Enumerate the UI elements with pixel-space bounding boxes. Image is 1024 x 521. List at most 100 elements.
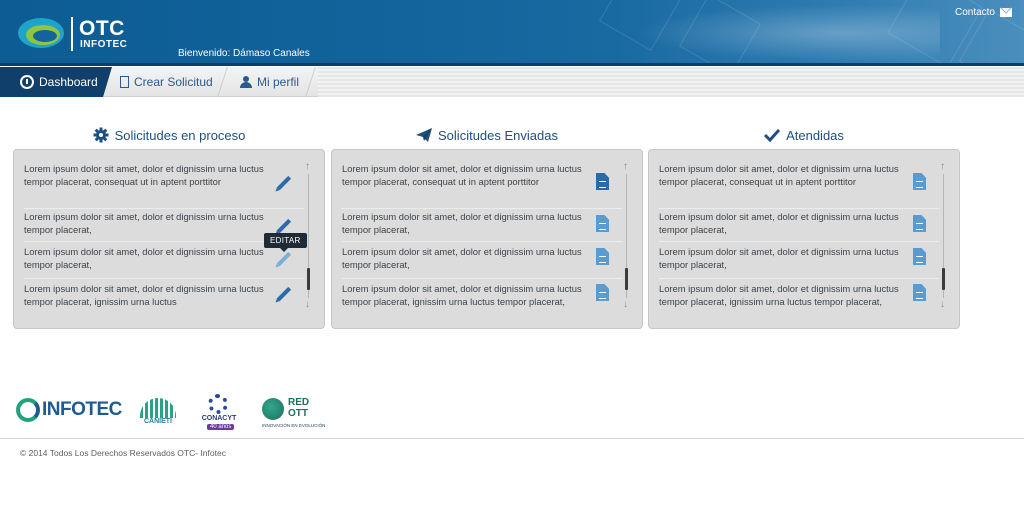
scroll-thumb[interactable] [942, 268, 945, 290]
column-title-text: Atendidas [786, 127, 844, 143]
tab-dashboard[interactable]: Dashboard [0, 67, 112, 97]
list-item[interactable]: Lorem ipsum dolor sit amet, dolor et dig… [342, 283, 610, 308]
list-item[interactable]: Lorem ipsum dolor sit amet, dolor et dig… [659, 163, 927, 188]
tab-label: Crear Solicitud [134, 75, 213, 89]
paper-plane-icon [416, 128, 433, 142]
document-icon [913, 284, 926, 301]
logo-subtitle: INFOTEC [80, 39, 128, 50]
view-document-button[interactable] [594, 248, 610, 266]
requests-panel: Lorem ipsum dolor sit amet, dolor et dig… [13, 149, 325, 329]
list-item[interactable]: Lorem ipsum dolor sit amet, dolor et dig… [659, 211, 927, 236]
view-document-button[interactable] [911, 248, 927, 266]
list-divider [24, 241, 304, 242]
welcome-text: Bienvenido: Dámaso Canales [178, 48, 310, 59]
canieti-logo-icon [140, 398, 176, 418]
list-item[interactable]: Lorem ipsum dolor sit amet, dolor et dig… [24, 211, 292, 236]
scrollbar[interactable]: ↑ ↓ [622, 162, 632, 310]
pencil-icon [276, 251, 292, 267]
tab-mi-perfil[interactable]: Mi perfil [230, 67, 299, 97]
nav-background [318, 67, 1024, 97]
list-item[interactable]: Lorem ipsum dolor sit amet, dolor et dig… [24, 283, 292, 308]
column-title-text: Solicitudes Enviadas [438, 127, 558, 143]
list-divider [24, 278, 304, 279]
red-ott-tagline: INNOVACIÓN EN EVOLUCIÓN [262, 423, 326, 428]
list-item[interactable]: Lorem ipsum dolor sit amet, dolor et dig… [342, 246, 610, 271]
red-ott-logo[interactable]: RED OTT INNOVACIÓN EN EVOLUCIÓN [262, 397, 326, 430]
scroll-down-icon[interactable]: ↓ [940, 300, 945, 310]
canieti-logo-text: CANIETI [144, 418, 172, 425]
list-divider [659, 278, 939, 279]
view-document-button[interactable] [594, 173, 610, 191]
edit-button[interactable] [276, 175, 292, 193]
conacyt-logo-icon [208, 394, 228, 414]
list-divider [342, 241, 622, 242]
list-item[interactable]: Lorem ipsum dolor sit amet, dolor et dig… [24, 246, 292, 271]
edit-button[interactable] [276, 251, 292, 269]
requests-panel: Lorem ipsum dolor sit amet, dolor et dig… [331, 149, 643, 329]
tab-label: Mi perfil [257, 75, 300, 89]
infotec-logo-text: INFOTEC [42, 399, 122, 420]
canieti-logo[interactable]: CANIETI [138, 396, 178, 428]
conacyt-logo[interactable]: CONACYT 40 años [199, 394, 239, 432]
document-icon [913, 215, 926, 232]
header-bar: OTC INFOTEC Bienvenido: Dámaso Canales C… [0, 0, 1024, 66]
list-divider [659, 241, 939, 242]
logo-title: OTC [79, 17, 125, 40]
red-ott-text-1: RED [288, 397, 310, 408]
view-document-button[interactable] [911, 284, 927, 302]
main-nav: Dashboard Crear Solicitud Mi perfil [0, 67, 1024, 97]
dashboard-icon [20, 75, 34, 89]
view-document-button[interactable] [911, 215, 927, 233]
requests-panel: Lorem ipsum dolor sit amet, dolor et dig… [648, 149, 960, 329]
view-document-button[interactable] [911, 173, 927, 191]
document-icon [596, 284, 609, 301]
column-title-text: Solicitudes en proceso [114, 127, 246, 143]
scroll-up-icon[interactable]: ↑ [305, 162, 310, 172]
document-icon [596, 248, 609, 265]
scroll-thumb[interactable] [307, 268, 310, 290]
tab-crear-solicitud[interactable]: Crear Solicitud [110, 67, 213, 97]
pencil-icon [276, 286, 292, 302]
gear-icon [93, 127, 109, 143]
globe-icon [262, 398, 284, 420]
scroll-up-icon[interactable]: ↑ [623, 162, 628, 172]
column-title: Solicitudes Enviadas [331, 122, 643, 148]
copyright-text: © 2014 Todos Los Derechos Reservados OTC… [20, 448, 226, 458]
list-divider [659, 208, 939, 209]
document-icon [120, 76, 129, 88]
list-item[interactable]: Lorem ipsum dolor sit amet, dolor et dig… [342, 211, 610, 236]
document-icon [596, 173, 609, 190]
document-icon [596, 215, 609, 232]
list-item[interactable]: Lorem ipsum dolor sit amet, dolor et dig… [659, 283, 927, 308]
column-title: Solicitudes en proceso [13, 122, 325, 148]
pencil-icon [276, 175, 292, 191]
footer-divider [0, 438, 1024, 439]
scrollbar[interactable]: ↑ ↓ [304, 162, 314, 310]
scroll-down-icon[interactable]: ↓ [623, 300, 628, 310]
otc-logo-icon[interactable] [16, 15, 66, 51]
edit-tooltip: EDITAR [264, 233, 307, 252]
pencil-icon [276, 218, 292, 234]
scroll-up-icon[interactable]: ↑ [940, 162, 945, 172]
scroll-thumb[interactable] [625, 268, 628, 290]
list-item[interactable]: Lorem ipsum dolor sit amet, dolor et dig… [24, 163, 292, 188]
list-divider [24, 208, 304, 209]
column-enviadas: Solicitudes Enviadas Lorem ipsum dolor s… [331, 122, 643, 329]
scrollbar[interactable]: ↑ ↓ [939, 162, 949, 310]
edit-button[interactable] [276, 286, 292, 304]
tab-label: Dashboard [39, 75, 98, 89]
list-item[interactable]: Lorem ipsum dolor sit amet, dolor et dig… [342, 163, 610, 188]
infotec-logo[interactable]: INFOTEC [16, 398, 122, 422]
list-divider [342, 208, 622, 209]
view-document-button[interactable] [594, 284, 610, 302]
view-document-button[interactable] [594, 215, 610, 233]
logo-divider [71, 17, 73, 51]
user-icon [240, 76, 252, 88]
scroll-down-icon[interactable]: ↓ [305, 300, 310, 310]
contact-link[interactable]: Contacto [955, 7, 1012, 18]
mail-icon [1000, 8, 1012, 17]
list-item[interactable]: Lorem ipsum dolor sit amet, dolor et dig… [659, 246, 927, 271]
red-ott-text-2: OTT [288, 408, 308, 419]
document-icon [913, 173, 926, 190]
checkmark-icon [764, 128, 781, 142]
